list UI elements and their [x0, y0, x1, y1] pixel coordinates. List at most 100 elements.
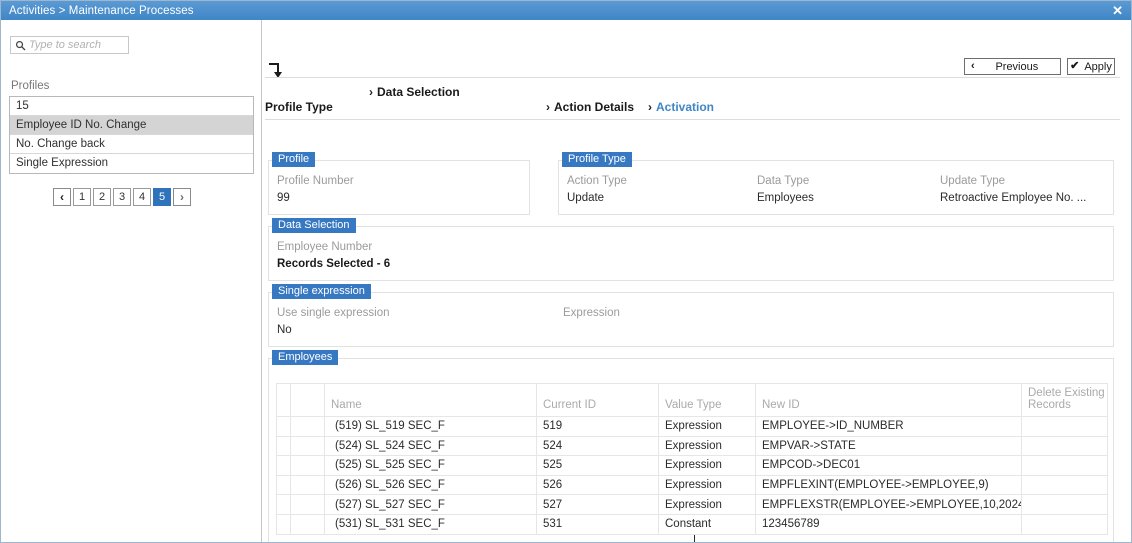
single-expression-section: Single expression Use single expression …: [268, 284, 1114, 347]
row-cell-delete-existing: [1021, 455, 1108, 476]
row-cell-current-id: 519: [536, 416, 659, 437]
profile-type-section: Profile Type Action Type Update Data Typ…: [558, 152, 1114, 215]
row-cell-blank-1: [276, 435, 291, 457]
data-selection-section: Data Selection Employee Number Records S…: [268, 218, 1114, 281]
profile-section: Profile Profile Number 99: [268, 152, 530, 215]
action-type-value: Update: [567, 192, 605, 204]
row-cell-value-type: Expression: [658, 494, 756, 515]
wizard-steps: Profile Type › Data Selection › Action Det…: [265, 83, 1120, 115]
row-cell-name: (526) SL_526 SEC_F: [324, 474, 537, 496]
table-row[interactable]: (525) SL_525 SEC_F 525 Expression EMPCOD…: [276, 455, 1108, 476]
wizard-step-activation[interactable]: › Activation: [648, 100, 714, 114]
previous-button[interactable]: ‹ Previous: [964, 58, 1061, 75]
row-cell-value-type: Expression: [658, 416, 756, 437]
apply-button[interactable]: ✔ Apply: [1067, 58, 1115, 75]
row-cell-blank-1: [276, 494, 291, 515]
row-cell-current-id: 527: [536, 494, 659, 515]
wizard-step-label: Data Selection: [377, 85, 460, 99]
title-bar: Activities > Maintenance Processes ✕: [1, 1, 1131, 20]
list-item[interactable]: Employee ID No. Change: [10, 116, 253, 135]
pagination-page-3[interactable]: 3: [113, 188, 131, 206]
row-cell-new-id: EMPCOD->DEC01: [755, 455, 1022, 476]
table-row[interactable]: (526) SL_526 SEC_F 526 Expression EMPFLE…: [276, 474, 1108, 496]
employee-number-value: Records Selected - 6: [277, 258, 391, 270]
table-row[interactable]: (519) SL_519 SEC_F 519 Expression EMPLOY…: [276, 416, 1108, 437]
row-cell-current-id: 526: [536, 474, 659, 496]
section-badge-profile-type: Profile Type: [562, 152, 632, 167]
pagination-next-button[interactable]: ›: [173, 188, 191, 206]
row-cell-delete-existing: [1021, 435, 1108, 457]
row-cell-blank-1: [276, 513, 291, 535]
row-cell-new-id: EMPLOYEE->ID_NUMBER: [755, 416, 1022, 437]
column-header-delete-existing-records[interactable]: Delete Existing Records: [1021, 383, 1108, 417]
row-cell-current-id: 525: [536, 455, 659, 476]
wizard-step-action-details[interactable]: › Action Details: [546, 100, 634, 114]
chevron-right-icon: ›: [648, 100, 652, 114]
row-cell-blank-1: [276, 416, 291, 437]
search-input[interactable]: [29, 39, 125, 51]
close-icon[interactable]: ✕: [1108, 4, 1127, 18]
chevron-right-icon: ›: [546, 100, 550, 114]
table-row[interactable]: (531) SL_531 SEC_F 531 Constant 12345678…: [276, 513, 1108, 535]
chevron-left-icon: ‹: [971, 60, 975, 72]
table-row[interactable]: (527) SL_527 SEC_F 527 Expression EMPFLE…: [276, 494, 1108, 515]
row-cell-name: (519) SL_519 SEC_F: [324, 416, 537, 437]
wizard-step-label: Profile Type: [265, 100, 333, 114]
row-cell-blank-2: [290, 455, 325, 476]
table-row[interactable]: (524) SL_524 SEC_F 524 Expression EMPVAR…: [276, 435, 1108, 457]
row-cell-delete-existing: [1021, 474, 1108, 496]
pagination-page-2[interactable]: 2: [93, 188, 111, 206]
employees-table-header: Name Current ID Value Type New ID Delete…: [276, 383, 1108, 417]
pagination: ‹ 1 2 3 4 5 ›: [53, 188, 191, 206]
pagination-page-1[interactable]: 1: [73, 188, 91, 206]
action-type-label: Action Type: [567, 175, 627, 187]
employees-section: Employees Name Current ID Value Type New…: [268, 350, 1114, 542]
row-cell-blank-2: [290, 435, 325, 457]
employees-table: Name Current ID Value Type New ID Delete…: [276, 383, 1108, 535]
pagination-prev-button[interactable]: ‹: [53, 188, 71, 206]
update-type-label: Update Type: [940, 175, 1006, 187]
column-header-current-id[interactable]: Current ID: [536, 383, 659, 417]
section-badge-profile: Profile: [272, 152, 316, 167]
wizard-toolbar: ‹ Previous ✔ Apply: [964, 58, 1115, 75]
column-header-value-type[interactable]: Value Type: [658, 383, 756, 417]
row-cell-blank-2: [290, 416, 325, 437]
profiles-list-label: Profiles: [11, 80, 50, 92]
employee-number-label: Employee Number: [277, 241, 373, 253]
row-cell-name: (524) SL_524 SEC_F: [324, 435, 537, 457]
data-type-value: Employees: [757, 192, 814, 204]
row-cell-name: (531) SL_531 SEC_F: [324, 513, 537, 535]
wizard-step-data-selection[interactable]: › Data Selection: [369, 85, 460, 100]
column-header-new-id[interactable]: New ID: [755, 383, 1022, 417]
use-single-expression-label: Use single expression: [277, 307, 390, 319]
data-type-label: Data Type: [757, 175, 810, 187]
pagination-page-5[interactable]: 5: [153, 188, 171, 206]
profiles-list: 15 Employee ID No. Change No. Change bac…: [9, 96, 254, 174]
steps-divider: [265, 119, 1120, 120]
row-cell-delete-existing: [1021, 416, 1108, 437]
apply-button-label: Apply: [1084, 60, 1112, 73]
section-badge-employees: Employees: [272, 350, 339, 365]
expression-label: Expression: [563, 307, 620, 319]
column-header-name[interactable]: Name: [324, 383, 537, 417]
row-cell-new-id: EMPVAR->STATE: [755, 435, 1022, 457]
list-item[interactable]: Single Expression: [10, 154, 253, 173]
text-cursor: [694, 535, 695, 542]
list-item[interactable]: 15: [10, 97, 253, 116]
section-badge-data-selection: Data Selection: [272, 218, 356, 233]
row-cell-blank-2: [290, 513, 325, 535]
table-header-row: Name Current ID Value Type New ID Delete…: [276, 383, 1108, 417]
row-cell-delete-existing: [1021, 494, 1108, 515]
row-cell-value-type: Expression: [658, 474, 756, 496]
row-cell-blank-2: [290, 494, 325, 515]
row-cell-name: (525) SL_525 SEC_F: [324, 455, 537, 476]
search-box[interactable]: [10, 36, 129, 54]
list-item[interactable]: No. Change back: [10, 135, 253, 154]
column-header-blank-2: [290, 383, 325, 417]
update-type-value: Retroactive Employee No. ...: [940, 192, 1087, 204]
section-badge-single-expression: Single expression: [272, 284, 371, 299]
profile-number-value: 99: [277, 192, 290, 204]
wizard-step-profile-type[interactable]: Profile Type: [265, 100, 333, 114]
pagination-page-4[interactable]: 4: [133, 188, 151, 206]
row-cell-value-type: Constant: [658, 513, 756, 535]
